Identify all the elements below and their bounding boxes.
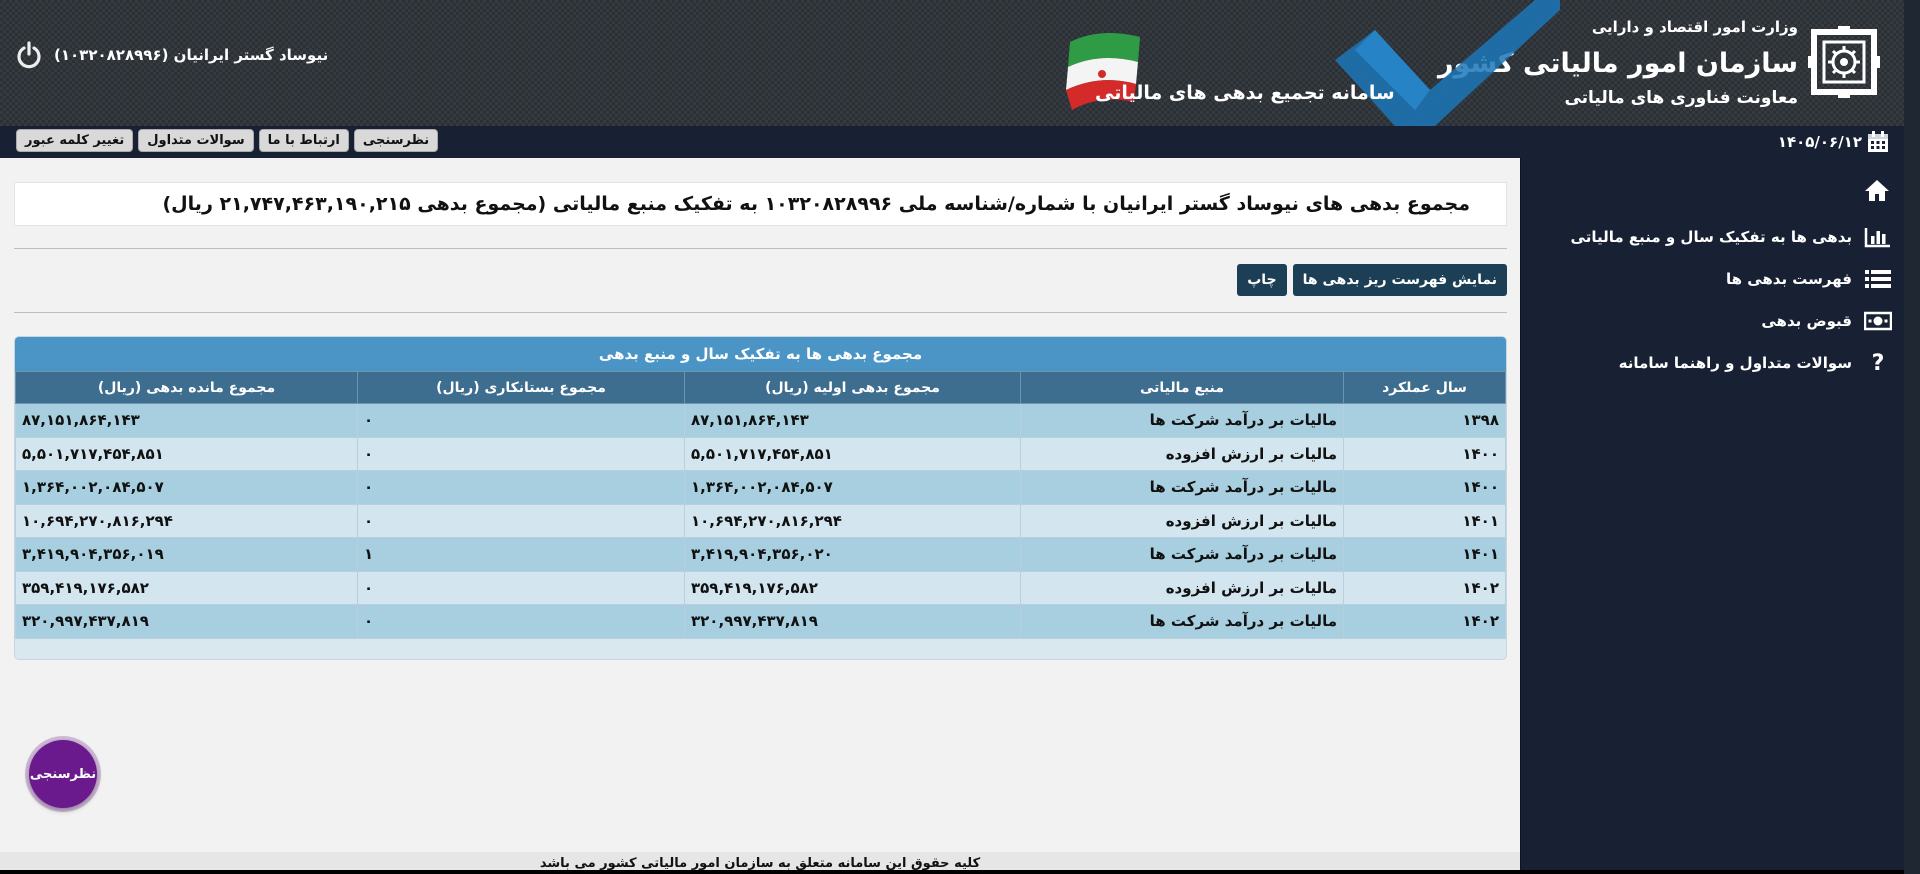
table-header-row: سال عملکرد منبع مالیاتی مجموع بدهی اولیه… <box>15 371 1506 404</box>
cell-initial-debt: ۸۷,۱۵۱,۸۶۴,۱۴۳ <box>684 403 1021 438</box>
col-header-source: منبع مالیاتی <box>1020 371 1344 404</box>
current-date: ۱۴۰۵/۰۶/۱۲ <box>1777 133 1862 151</box>
system-title: سامانه تجمیع بدهی های مالیاتی <box>1095 82 1395 104</box>
table-row: ۱۴۰۲ مالیات بر درآمد شرکت ها ۳۲۰,۹۹۷,۴۳۷… <box>15 604 1506 639</box>
cell-credit: ۰ <box>357 403 685 438</box>
table-row: ۱۴۰۰ مالیات بر درآمد شرکت ها ۱,۳۶۴,۰۰۲,۰… <box>15 470 1506 505</box>
deputy-name: معاونت فناوری های مالیاتی <box>1564 88 1798 108</box>
cell-source: مالیات بر ارزش افزوده <box>1020 570 1344 605</box>
sidebar-item-debt-bills[interactable]: قبوض بدهی <box>1571 300 1892 342</box>
faq-button[interactable]: سوالات متداول <box>138 129 254 152</box>
cell-remaining-debt: ۸۷,۱۵۱,۸۶۴,۱۴۳ <box>15 403 358 438</box>
sidebar-item-faq-guide[interactable]: ? سوالات متداول و راهنما سامانه <box>1571 342 1892 384</box>
survey-nav-button[interactable]: نظرسنجی <box>353 129 439 152</box>
cell-initial-debt: ۵,۵۰۱,۷۱۷,۴۵۴,۸۵۱ <box>684 436 1021 471</box>
sidebar: بدهی ها به تفکیک سال و منبع مالیاتی فهرس… <box>1520 158 1920 874</box>
home-icon[interactable] <box>1864 178 1890 202</box>
col-header-credit: مجموع بستانکاری (ریال) <box>357 371 685 404</box>
cell-year: ۱۴۰۱ <box>1343 537 1506 572</box>
cell-initial-debt: ۱,۳۶۴,۰۰۲,۰۸۴,۵۰۷ <box>684 470 1021 505</box>
contact-us-button[interactable]: ارتباط با ما <box>258 129 349 152</box>
sidebar-item-label: فهرست بدهی ها <box>1725 270 1852 288</box>
cell-source: مالیات بر درآمد شرکت ها <box>1020 537 1344 572</box>
user-name: نیوساد گستر ایرانیان (۱۰۳۲۰۸۲۸۹۹۶) <box>54 46 329 64</box>
bar-chart-icon <box>1864 226 1892 248</box>
cell-credit: ۰ <box>357 436 685 471</box>
cell-credit: ۰ <box>357 470 685 505</box>
change-password-button[interactable]: تغییر کلمه عبور <box>16 129 134 152</box>
debts-table-panel: مجموع بدهی ها به تفکیک سال و منبع بدهی س… <box>14 336 1507 660</box>
brand-block: وزارت امور اقتصاد و دارایی سازمان امور م… <box>1438 12 1880 112</box>
table-row: ۱۴۰۱ مالیات بر ارزش افزوده ۱۰,۶۹۴,۲۷۰,۸۱… <box>15 503 1506 538</box>
cell-year: ۱۴۰۱ <box>1343 503 1506 538</box>
top-navbar: ۱۴۰۵/۰۶/۱۲ نظرسنجی ارتباط با ما سوالات م… <box>0 126 1920 158</box>
cell-source: مالیات بر ارزش افزوده <box>1020 436 1344 471</box>
cell-source: مالیات بر ارزش افزوده <box>1020 503 1344 538</box>
col-header-initial-debt: مجموع بدهی اولیه (ریال) <box>684 371 1021 404</box>
site-header: وزارت امور اقتصاد و دارایی سازمان امور م… <box>0 0 1920 126</box>
cell-credit: ۰ <box>357 604 685 639</box>
cell-initial-debt: ۳۵۹,۴۱۹,۱۷۶,۵۸۲ <box>684 570 1021 605</box>
cell-year: ۱۴۰۲ <box>1343 604 1506 639</box>
copyright-text: کلیه حقوق این سامانه متعلق به سازمان امو… <box>539 855 981 871</box>
user-box: نیوساد گستر ایرانیان (۱۰۳۲۰۸۲۸۹۹۶) <box>12 38 328 72</box>
ministry-name: وزارت امور اقتصاد و دارایی <box>1591 18 1798 36</box>
bottom-edge <box>0 870 1920 874</box>
cell-remaining-debt: ۵,۵۰۱,۷۱۷,۴۵۴,۸۵۱ <box>15 436 358 471</box>
cell-initial-debt: ۱۰,۶۹۴,۲۷۰,۸۱۶,۲۹۴ <box>684 503 1021 538</box>
cell-credit: ۱ <box>357 537 685 572</box>
cell-remaining-debt: ۳۵۹,۴۱۹,۱۷۶,۵۸۲ <box>15 570 358 605</box>
cell-year: ۱۴۰۲ <box>1343 570 1506 605</box>
show-debt-details-button[interactable]: نمایش فهرست ریز بدهی ها <box>1292 264 1507 296</box>
cell-source: مالیات بر درآمد شرکت ها <box>1020 403 1344 438</box>
page-title-box: مجموع بدهی های نیوساد گستر ایرانیان با ش… <box>14 182 1507 226</box>
date-box: ۱۴۰۵/۰۶/۱۲ <box>1778 130 1890 154</box>
cell-initial-debt: ۳,۴۱۹,۹۰۴,۳۵۶,۰۲۰ <box>684 537 1021 572</box>
list-icon <box>1864 268 1892 290</box>
cell-remaining-debt: ۱,۳۶۴,۰۰۲,۰۸۴,۵۰۷ <box>15 470 358 505</box>
divider <box>14 312 1507 313</box>
cell-credit: ۰ <box>357 570 685 605</box>
page-title: مجموع بدهی های نیوساد گستر ایرانیان با ش… <box>162 193 1471 215</box>
floating-survey-button[interactable]: نظرسنجی <box>29 740 97 808</box>
question-icon: ? <box>1871 350 1885 376</box>
col-header-remaining-debt: مجموع مانده بدهی (ریال) <box>15 371 358 404</box>
debts-table: سال عملکرد منبع مالیاتی مجموع بدهی اولیه… <box>15 371 1506 639</box>
table-row: ۱۳۹۸ مالیات بر درآمد شرکت ها ۸۷,۱۵۱,۸۶۴,… <box>15 403 1506 438</box>
print-button[interactable]: چاپ <box>1237 264 1287 296</box>
table-row: ۱۴۰۱ مالیات بر درآمد شرکت ها ۳,۴۱۹,۹۰۴,۳… <box>15 537 1506 572</box>
checkmark-graphic-icon <box>1335 0 1560 126</box>
sidebar-item-label: قبوض بدهی <box>1761 312 1852 330</box>
divider <box>14 248 1507 249</box>
cell-year: ۱۴۰۰ <box>1343 470 1506 505</box>
action-buttons: نمایش فهرست ریز بدهی ها چاپ <box>1237 264 1507 296</box>
cell-year: ۱۴۰۰ <box>1343 436 1506 471</box>
table-row: ۱۴۰۲ مالیات بر ارزش افزوده ۳۵۹,۴۱۹,۱۷۶,۵… <box>15 570 1506 605</box>
cell-remaining-debt: ۳۲۰,۹۹۷,۴۳۷,۸۱۹ <box>15 604 358 639</box>
col-header-year: سال عملکرد <box>1343 371 1506 404</box>
sidebar-item-label: سوالات متداول و راهنما سامانه <box>1618 354 1852 372</box>
cell-remaining-debt: ۱۰,۶۹۴,۲۷۰,۸۱۶,۲۹۴ <box>15 503 358 538</box>
cell-initial-debt: ۳۲۰,۹۹۷,۴۳۷,۸۱۹ <box>684 604 1021 639</box>
cell-year: ۱۳۹۸ <box>1343 403 1506 438</box>
cell-remaining-debt: ۳,۴۱۹,۹۰۴,۳۵۶,۰۱۹ <box>15 537 358 572</box>
money-icon <box>1864 310 1892 332</box>
sidebar-menu: بدهی ها به تفکیک سال و منبع مالیاتی فهرس… <box>1571 216 1892 384</box>
cell-source: مالیات بر درآمد شرکت ها <box>1020 470 1344 505</box>
cell-credit: ۰ <box>357 503 685 538</box>
table-row: ۱۴۰۰ مالیات بر ارزش افزوده ۵,۵۰۱,۷۱۷,۴۵۴… <box>15 436 1506 471</box>
sidebar-item-debts-by-year[interactable]: بدهی ها به تفکیک سال و منبع مالیاتی <box>1571 216 1892 258</box>
page-scrollbar[interactable] <box>1904 0 1920 874</box>
nav-buttons: نظرسنجی ارتباط با ما سوالات متداول تغییر… <box>16 129 439 152</box>
cell-source: مالیات بر درآمد شرکت ها <box>1020 604 1344 639</box>
power-icon[interactable] <box>12 38 46 72</box>
main-content: مجموع بدهی های نیوساد گستر ایرانیان با ش… <box>0 158 1520 858</box>
sidebar-item-label: بدهی ها به تفکیک سال و منبع مالیاتی <box>1570 228 1852 246</box>
sidebar-item-debt-list[interactable]: فهرست بدهی ها <box>1571 258 1892 300</box>
tax-emblem-icon <box>1808 26 1880 98</box>
table-caption: مجموع بدهی ها به تفکیک سال و منبع بدهی <box>15 337 1506 371</box>
calendar-icon <box>1868 131 1888 152</box>
